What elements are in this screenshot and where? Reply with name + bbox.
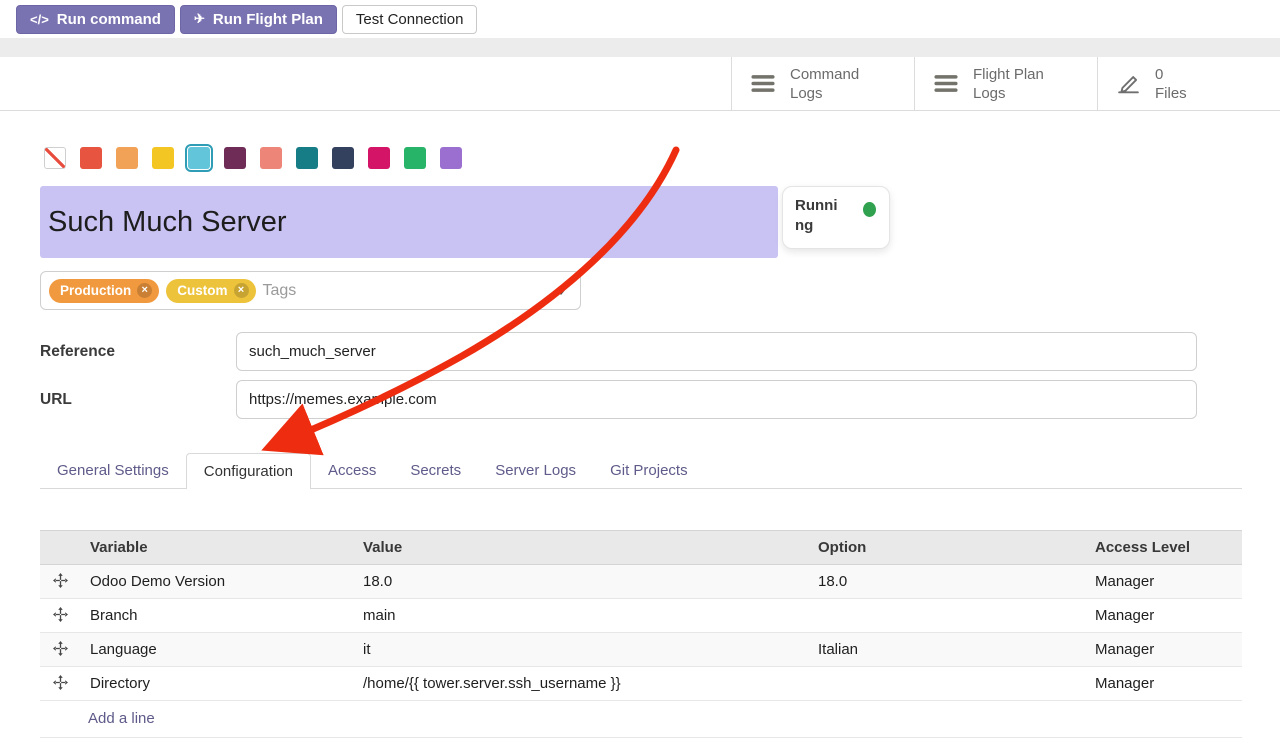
reference-input[interactable]: such_much_server [236, 332, 1197, 371]
header-stat-buttons: Command Logs Flight Plan Logs 0 Files [731, 57, 1280, 110]
table-row[interactable]: Language it Italian Manager [40, 633, 1242, 667]
stat-label-line: Command [790, 65, 859, 84]
tag-label: Production [60, 283, 131, 298]
color-swatch-purple[interactable] [440, 147, 462, 169]
tab-secrets[interactable]: Secrets [393, 453, 478, 488]
run-flight-plan-button[interactable]: ✈ Run Flight Plan [180, 5, 337, 34]
test-connection-label: Test Connection [356, 11, 464, 28]
color-swatch-salmon[interactable] [260, 147, 282, 169]
color-palette [44, 147, 462, 169]
drag-handle-icon[interactable] [40, 565, 80, 599]
configuration-table: Variable Value Option Access Level Odoo … [40, 530, 1242, 738]
tags-input[interactable]: Production × Custom × Tags [40, 271, 581, 310]
status-label: Running [795, 196, 843, 236]
cell-access-level[interactable]: Manager [1085, 667, 1242, 701]
tab-general-settings[interactable]: General Settings [40, 453, 186, 488]
flight-plan-logs-button[interactable]: Flight Plan Logs [914, 57, 1097, 110]
header-bottom-border [0, 110, 1280, 111]
stat-label-line: Logs [790, 84, 859, 103]
cell-access-level[interactable]: Manager [1085, 599, 1242, 633]
tab-server-logs[interactable]: Server Logs [478, 453, 593, 488]
tag-remove-icon[interactable]: × [234, 283, 249, 298]
cell-variable[interactable]: Directory [80, 667, 353, 701]
column-header-variable[interactable]: Variable [80, 531, 353, 565]
color-swatch-teal[interactable] [296, 147, 318, 169]
cell-variable[interactable]: Odoo Demo Version [80, 565, 353, 599]
tab-configuration[interactable]: Configuration [186, 453, 311, 489]
run-flight-plan-label: Run Flight Plan [213, 11, 323, 28]
server-name-input[interactable]: Such Much Server [40, 186, 778, 258]
tags-placeholder: Tags [263, 282, 297, 300]
drag-handle-icon[interactable] [40, 667, 80, 701]
cell-access-level[interactable]: Manager [1085, 565, 1242, 599]
chevron-down-icon[interactable] [556, 289, 566, 295]
color-swatch-navy[interactable] [332, 147, 354, 169]
status-indicator-dot [863, 202, 876, 217]
color-swatch-none[interactable] [44, 147, 66, 169]
files-button[interactable]: 0 Files [1097, 57, 1280, 110]
handle-column-header [40, 531, 80, 565]
add-a-line-link[interactable]: Add a line [40, 701, 165, 737]
plane-icon: ✈ [194, 11, 205, 27]
cell-variable[interactable]: Language [80, 633, 353, 667]
cell-value[interactable]: main [353, 599, 808, 633]
cell-variable[interactable]: Branch [80, 599, 353, 633]
tag-remove-icon[interactable]: × [137, 283, 152, 298]
stat-label-line: Flight Plan [973, 65, 1044, 84]
tab-git-projects[interactable]: Git Projects [593, 453, 705, 488]
reference-label: Reference [40, 332, 115, 371]
test-connection-button[interactable]: Test Connection [342, 5, 478, 34]
cell-value[interactable]: it [353, 633, 808, 667]
column-header-value[interactable]: Value [353, 531, 808, 565]
list-icon [933, 73, 959, 94]
color-swatch-light-blue-selected[interactable] [188, 147, 210, 169]
color-swatch-magenta[interactable] [368, 147, 390, 169]
command-logs-button[interactable]: Command Logs [731, 57, 914, 110]
run-command-label: Run command [57, 11, 161, 28]
code-icon: </> [30, 12, 49, 27]
tab-access[interactable]: Access [311, 453, 393, 488]
run-command-button[interactable]: </> Run command [16, 5, 175, 34]
color-swatch-yellow[interactable] [152, 147, 174, 169]
edit-icon [1116, 72, 1141, 95]
tag-label: Custom [177, 283, 227, 298]
tag-production[interactable]: Production × [49, 279, 159, 303]
stat-label-line: Logs [973, 84, 1044, 103]
table-row[interactable]: Directory /home/{{ tower.server.ssh_user… [40, 667, 1242, 701]
cell-option[interactable]: 18.0 [808, 565, 1085, 599]
stat-value: 0 [1155, 65, 1187, 84]
cell-option[interactable] [808, 599, 1085, 633]
table-row[interactable]: Branch main Manager [40, 599, 1242, 633]
cell-value[interactable]: /home/{{ tower.server.ssh_username }} [353, 667, 808, 701]
url-input[interactable]: https://memes.example.com [236, 380, 1197, 419]
tag-custom[interactable]: Custom × [166, 279, 255, 303]
header-divider-band [0, 38, 1280, 57]
stat-label-line: Files [1155, 84, 1187, 103]
color-swatch-plum[interactable] [224, 147, 246, 169]
cell-value[interactable]: 18.0 [353, 565, 808, 599]
add-line-row: Add a line [40, 701, 1242, 738]
cell-access-level[interactable]: Manager [1085, 633, 1242, 667]
color-swatch-green[interactable] [404, 147, 426, 169]
notebook-tabs: General Settings Configuration Access Se… [40, 453, 1242, 489]
table-row[interactable]: Odoo Demo Version 18.0 18.0 Manager [40, 565, 1242, 599]
status-button[interactable]: Running [782, 186, 890, 249]
table-header-row: Variable Value Option Access Level [40, 531, 1242, 565]
drag-handle-icon[interactable] [40, 633, 80, 667]
flight-plan-logs-label: Flight Plan Logs [973, 65, 1044, 103]
cell-option[interactable]: Italian [808, 633, 1085, 667]
command-logs-label: Command Logs [790, 65, 859, 103]
top-toolbar: </> Run command ✈ Run Flight Plan Test C… [0, 0, 1280, 38]
files-label: 0 Files [1155, 65, 1187, 103]
url-label: URL [40, 380, 72, 419]
color-swatch-red[interactable] [80, 147, 102, 169]
list-icon [750, 73, 776, 94]
drag-handle-icon[interactable] [40, 599, 80, 633]
column-header-access-level[interactable]: Access Level [1085, 531, 1242, 565]
color-swatch-orange[interactable] [116, 147, 138, 169]
column-header-option[interactable]: Option [808, 531, 1085, 565]
cell-option[interactable] [808, 667, 1085, 701]
